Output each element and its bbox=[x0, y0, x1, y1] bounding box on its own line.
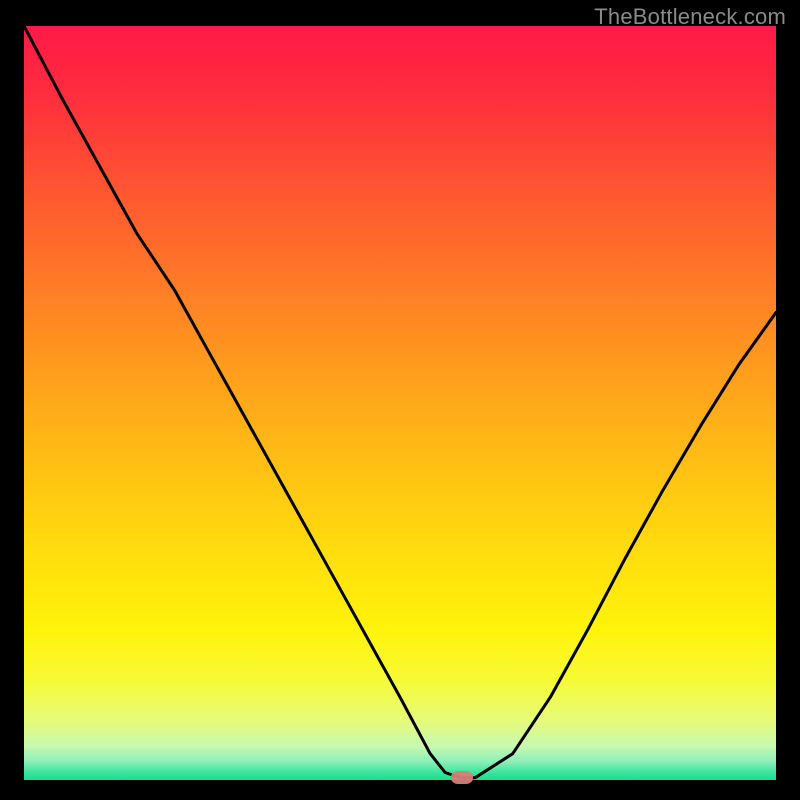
plot-background bbox=[24, 26, 776, 780]
plot-svg bbox=[24, 26, 776, 780]
optimum-marker bbox=[451, 771, 473, 784]
plot-area bbox=[24, 26, 776, 780]
chart-frame: TheBottleneck.com bbox=[0, 0, 800, 800]
